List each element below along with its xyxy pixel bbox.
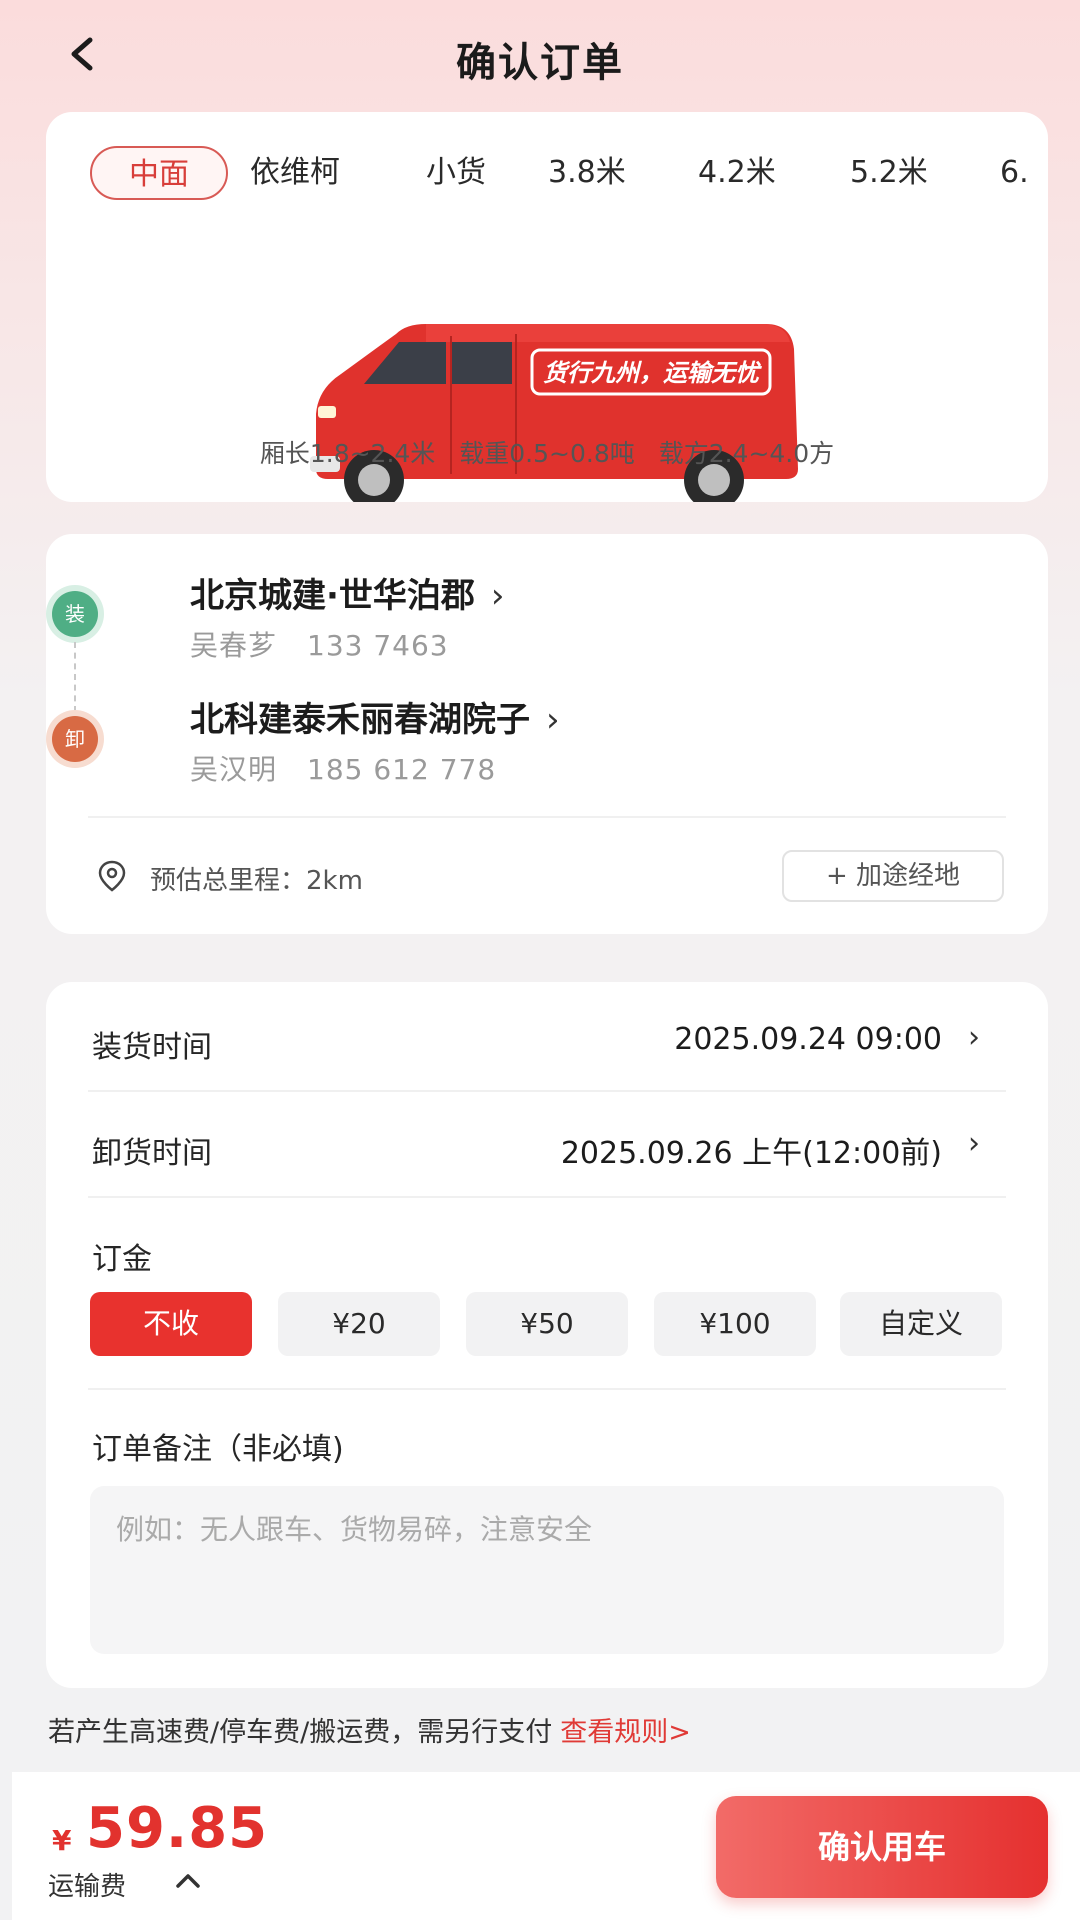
chevron-right-icon: ›	[490, 576, 505, 616]
divider	[88, 1196, 1006, 1198]
tab-vehicle-zhongmian[interactable]: 中面	[90, 146, 228, 200]
tab-vehicle-4-2m[interactable]: 4.2米	[698, 146, 776, 200]
load-contact-phone: 133 7463	[307, 629, 449, 662]
load-time-value[interactable]: 2025.09.24 09:00	[674, 1022, 942, 1057]
load-contact-name: 吴春芗	[190, 629, 278, 662]
tab-vehicle-small-truck[interactable]: 小货	[426, 146, 486, 200]
divider	[88, 1388, 1006, 1390]
header: 确认订单	[0, 0, 1080, 115]
load-address-text: 北京城建·世华泊郡	[190, 576, 475, 616]
deposit-option-20[interactable]: ¥20	[278, 1292, 440, 1356]
van-slogan: 货行九州，运输无忧	[543, 359, 762, 387]
chevron-right-icon: ›	[546, 700, 560, 740]
deposit-option-custom[interactable]: 自定义	[840, 1292, 1002, 1356]
route-connector	[74, 642, 76, 712]
unload-contact-name: 吴汉明	[190, 753, 278, 786]
chevron-up-icon[interactable]	[172, 1866, 204, 1894]
divider	[88, 1090, 1006, 1092]
spec-load-weight: 载重0.5~0.8吨	[459, 439, 635, 468]
load-time-label: 装货时间	[92, 1030, 212, 1065]
view-rules-link[interactable]: 查看规则>	[560, 1717, 691, 1748]
vehicle-type-tabs: 中面 依维柯 小货 3.8米 4.2米 5.2米 6.	[90, 146, 1048, 202]
estimated-mileage: 预估总里程：2km	[150, 866, 363, 896]
total-price: 59.85	[86, 1796, 269, 1861]
unload-time-label: 卸货时间	[92, 1136, 212, 1171]
fee-label[interactable]: 运输费	[48, 1866, 126, 1903]
location-pin-icon	[98, 860, 126, 892]
currency-symbol: ¥	[52, 1824, 72, 1857]
unload-badge: 卸	[52, 716, 98, 762]
deposit-label: 订金	[92, 1242, 152, 1277]
extra-fee-note: 若产生高速费/停车费/搬运费，需另行支付 查看规则>	[48, 1710, 691, 1749]
load-address[interactable]: 北京城建·世华泊郡 ›	[190, 568, 505, 617]
unload-contact-phone: 185 612 778	[307, 753, 497, 786]
vehicle-specs: 厢长1.8~2.4米 载重0.5~0.8吨 载方2.4~4.0方	[46, 434, 1048, 470]
vehicle-card: 中面 依维柯 小货 3.8米 4.2米 5.2米 6. 货行九州，运输无忧 厢长…	[46, 112, 1048, 502]
deposit-option-none[interactable]: 不收	[90, 1292, 252, 1356]
unload-time-value[interactable]: 2025.09.26 上午(12:00前)	[561, 1128, 942, 1172]
deposit-options: 不收 ¥20 ¥50 ¥100 自定义	[90, 1292, 1002, 1356]
tab-vehicle-iveco[interactable]: 依维柯	[250, 146, 340, 200]
spec-load-volume: 载方2.4~4.0方	[658, 439, 835, 468]
extra-fee-text: 若产生高速费/停车费/搬运费，需另行支付	[48, 1717, 553, 1748]
chevron-right-icon[interactable]: ›	[968, 1126, 980, 1161]
notes-label: 订单备注（非必填)	[92, 1432, 344, 1467]
unload-address-text: 北科建泰禾丽春湖院子	[190, 700, 530, 740]
divider	[88, 816, 1006, 818]
confirm-vehicle-button[interactable]: 确认用车	[716, 1796, 1048, 1898]
unload-contact: 吴汉明 185 612 778	[190, 748, 496, 788]
tab-vehicle-5-2m[interactable]: 5.2米	[850, 146, 928, 200]
page-title: 确认订单	[456, 40, 624, 86]
deposit-option-100[interactable]: ¥100	[654, 1292, 816, 1356]
spec-box-length: 厢长1.8~2.4米	[259, 439, 436, 468]
deposit-option-50[interactable]: ¥50	[466, 1292, 628, 1356]
tab-vehicle-3-8m[interactable]: 3.8米	[548, 146, 626, 200]
tab-vehicle-6m[interactable]: 6.	[1000, 146, 1029, 200]
load-badge: 装	[52, 591, 98, 637]
unload-address[interactable]: 北科建泰禾丽春湖院子 ›	[190, 692, 560, 741]
add-waypoint-button[interactable]: + 加途经地	[782, 850, 1004, 902]
order-notes-input[interactable]	[90, 1486, 1004, 1654]
chevron-right-icon[interactable]: ›	[968, 1020, 980, 1055]
load-contact: 吴春芗 133 7463	[190, 624, 449, 664]
